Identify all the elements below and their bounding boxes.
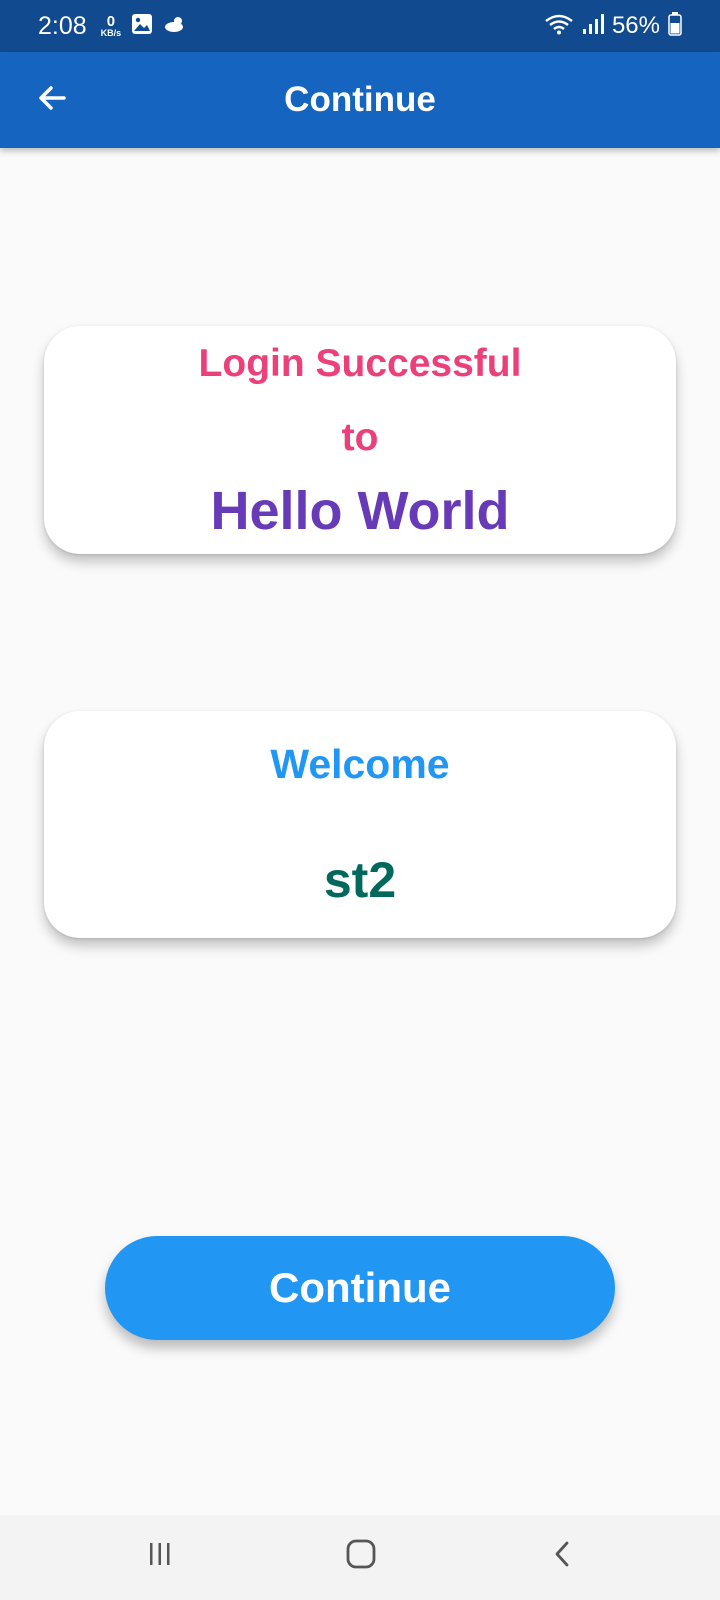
network-speed-unit: KB/s [100, 28, 122, 38]
status-right: 56% [544, 11, 682, 41]
home-button[interactable] [331, 1531, 391, 1581]
gallery-icon [131, 13, 153, 40]
nav-back-icon [549, 1540, 577, 1573]
signal-icon [582, 13, 604, 40]
status-bar: 2:08 0 KB/s 56% [0, 0, 720, 52]
continue-button[interactable]: Continue [105, 1236, 615, 1340]
back-button[interactable] [28, 76, 76, 124]
welcome-label: Welcome [270, 741, 450, 787]
recents-icon [146, 1540, 174, 1573]
arrow-left-icon [36, 82, 68, 119]
battery-icon [668, 11, 682, 41]
login-success-text: Login Successful [198, 342, 522, 385]
wifi-icon [544, 13, 574, 40]
system-nav-bar [0, 1515, 720, 1600]
page-title: Continue [284, 80, 436, 119]
recents-button[interactable] [130, 1531, 190, 1581]
welcome-card: Welcome st2 [44, 711, 676, 938]
status-time: 2:08 [38, 11, 87, 40]
login-to-text: to [341, 416, 379, 459]
username-text: st2 [323, 852, 397, 908]
network-speed-value: 0 [106, 13, 116, 30]
status-left: 2:08 0 KB/s [38, 12, 187, 41]
network-speed: 0 KB/s [101, 14, 122, 38]
home-icon [345, 1538, 377, 1575]
login-success-card: Login Successful to Hello World [44, 326, 676, 554]
app-name-text: Hello World [210, 481, 510, 541]
battery-percent: 56% [611, 12, 660, 39]
app-bar: Continue [0, 52, 720, 148]
nav-back-button[interactable] [533, 1531, 593, 1581]
weather-icon [163, 14, 187, 39]
